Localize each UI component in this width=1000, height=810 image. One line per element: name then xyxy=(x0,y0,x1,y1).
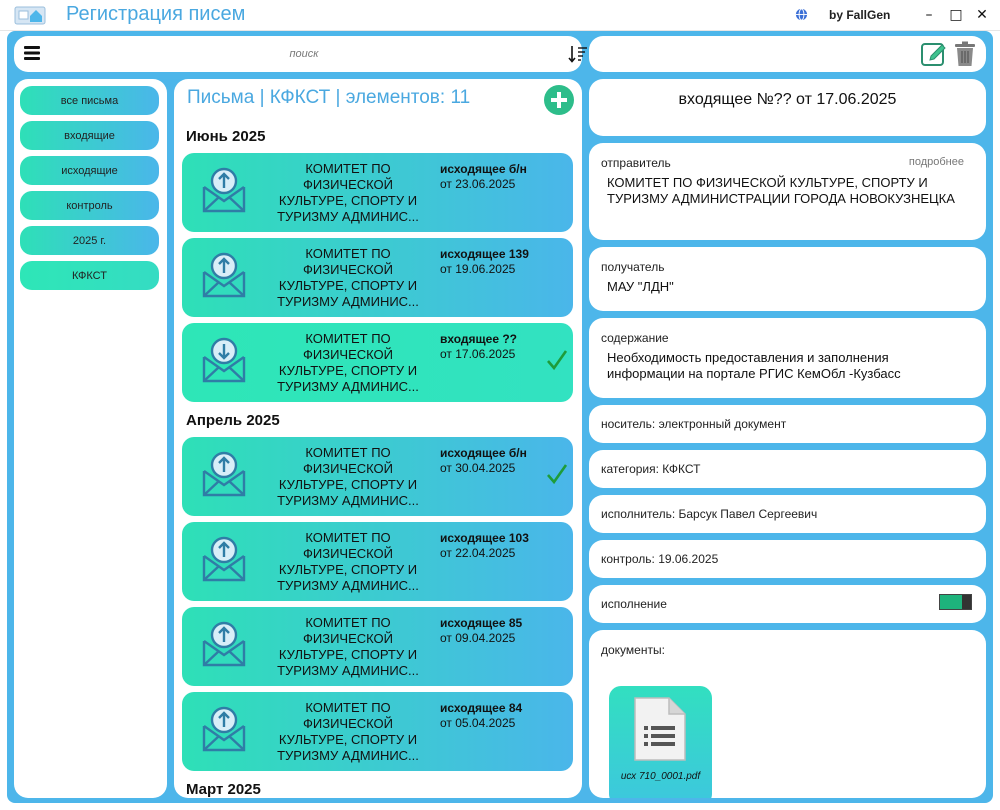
close-button[interactable]: ✕ xyxy=(971,4,993,26)
letter-card[interactable]: КОМИТЕТ ПО ФИЗИЧЕСКОЙ КУЛЬТУРЕ, СПОРТУ И… xyxy=(182,607,573,686)
category-section: категория: КФКСТ xyxy=(589,450,986,488)
category-value: категория: КФКСТ xyxy=(601,462,701,476)
month-heading: Март 2025 xyxy=(186,781,261,798)
app-title: Регистрация писем xyxy=(66,3,246,25)
trash-icon[interactable] xyxy=(954,41,976,67)
sender-section: отправитель подробнее КОМИТЕТ ПО ФИЗИЧЕС… xyxy=(589,143,986,240)
check-icon xyxy=(547,350,568,371)
menu-icon[interactable] xyxy=(24,45,40,61)
letter-sender: КОМИТЕТ ПО ФИЗИЧЕСКОЙ КУЛЬТУРЕ, СПОРТУ И… xyxy=(277,530,419,593)
filter-kfkst[interactable]: КФКСТ xyxy=(20,261,159,290)
plus-icon xyxy=(551,92,567,108)
letter-direction: исходящее 84 xyxy=(440,701,523,715)
letter-sender: КОМИТЕТ ПО ФИЗИЧЕСКОЙ КУЛЬТУРЕ, СПОРТУ И… xyxy=(277,161,419,224)
sender-value: КОМИТЕТ ПО ФИЗИЧЕСКОЙ КУЛЬТУРЕ, СПОРТУ И… xyxy=(607,175,955,206)
letter-direction: исходящее 85 xyxy=(440,616,523,630)
document-file[interactable]: исх 710_0001.pdf xyxy=(609,686,712,798)
letter-card[interactable]: КОМИТЕТ ПО ФИЗИЧЕСКОЙ КУЛЬТУРЕ, СПОРТУ И… xyxy=(182,437,573,516)
executor-section: исполнитель: Барсук Павел Сергеевич xyxy=(589,495,986,533)
minimize-button[interactable]: – xyxy=(918,4,940,26)
filter-incoming[interactable]: входящие xyxy=(20,121,159,150)
execution-section: исполнение xyxy=(589,585,986,623)
letter-card[interactable]: КОМИТЕТ ПО ФИЗИЧЕСКОЙ КУЛЬТУРЕ, СПОРТУ И… xyxy=(182,522,573,601)
detail-header: входящее №?? от 17.06.2025 xyxy=(589,79,986,136)
carrier-section: носитель: электронный документ xyxy=(589,405,986,443)
outgoing-envelope-icon xyxy=(202,621,246,667)
filter-year-2025[interactable]: 2025 г. xyxy=(20,226,159,255)
recipient-value: МАУ "ЛДН" xyxy=(607,279,674,294)
letter-sender: КОМИТЕТ ПО ФИЗИЧЕСКОЙ КУЛЬТУРЕ, СПОРТУ И… xyxy=(277,246,419,309)
list-title: Письма | КФКСТ | элементов: 11 xyxy=(187,87,471,108)
sender-label: отправитель xyxy=(601,156,671,170)
letter-date: от 17.06.2025 xyxy=(440,347,516,361)
toggle-knob xyxy=(962,595,971,609)
letter-direction: исходящее 139 xyxy=(440,247,529,261)
filter-control[interactable]: контроль xyxy=(20,191,159,220)
outgoing-envelope-icon xyxy=(202,451,246,497)
documents-section: документы: исх 710_0001.pdf xyxy=(589,630,986,798)
execution-toggle[interactable] xyxy=(939,594,972,610)
control-section: контроль: 19.06.2025 xyxy=(589,540,986,578)
execution-label: исполнение xyxy=(601,597,667,611)
letter-sender: КОМИТЕТ ПО ФИЗИЧЕСКОЙ КУЛЬТУРЕ, СПОРТУ И… xyxy=(277,331,419,394)
letter-direction: входящее ?? xyxy=(440,332,518,346)
letter-card-selected[interactable]: КОМИТЕТ ПО ФИЗИЧЕСКОЙ КУЛЬТУРЕ, СПОРТУ И… xyxy=(182,323,573,402)
letter-heading: входящее №?? от 17.06.2025 xyxy=(678,91,897,108)
content-label: содержание xyxy=(601,331,669,345)
sender-more-link[interactable]: подробнее xyxy=(909,156,964,168)
recipient-section: получатель МАУ "ЛДН" xyxy=(589,247,986,311)
title-bar: Регистрация писем by FallGen – □ ✕ xyxy=(0,0,1000,31)
month-heading: Июнь 2025 xyxy=(186,128,266,145)
search-input[interactable] xyxy=(74,44,534,64)
recipient-label: получатель xyxy=(601,260,665,274)
outgoing-envelope-icon xyxy=(202,252,246,298)
document-icon xyxy=(634,697,686,761)
check-icon xyxy=(547,464,568,485)
sort-icon[interactable] xyxy=(568,45,588,63)
app-logo-icon xyxy=(14,6,46,25)
letter-sender: КОМИТЕТ ПО ФИЗИЧЕСКОЙ КУЛЬТУРЕ, СПОРТУ И… xyxy=(277,700,419,763)
filter-sidebar: все письма входящие исходящие контроль 2… xyxy=(14,79,167,798)
letter-card[interactable]: КОМИТЕТ ПО ФИЗИЧЕСКОЙ КУЛЬТУРЕ, СПОРТУ И… xyxy=(182,153,573,232)
incoming-envelope-icon xyxy=(202,337,246,383)
author-label: by FallGen xyxy=(829,8,891,22)
month-heading: Апрель 2025 xyxy=(186,412,280,429)
add-letter-button[interactable] xyxy=(544,85,574,115)
maximize-button[interactable]: □ xyxy=(945,4,967,26)
letter-direction: исходящее 103 xyxy=(440,531,529,545)
content-section: содержание Необходимость предоставления … xyxy=(589,318,986,398)
letter-direction: исходящее б/н xyxy=(440,162,527,176)
letters-list: Письма | КФКСТ | элементов: 11 Июнь 2025… xyxy=(174,79,582,798)
filter-all-letters[interactable]: все письма xyxy=(20,86,159,115)
outgoing-envelope-icon xyxy=(202,706,246,752)
letter-date: от 09.04.2025 xyxy=(440,631,516,645)
letter-card[interactable]: КОМИТЕТ ПО ФИЗИЧЕСКОЙ КУЛЬТУРЕ, СПОРТУ И… xyxy=(182,238,573,317)
letter-date: от 05.04.2025 xyxy=(440,716,516,730)
globe-icon[interactable] xyxy=(795,8,808,21)
letter-direction: исходящее б/н xyxy=(440,446,527,460)
executor-value: исполнитель: Барсук Павел Сергеевич xyxy=(601,507,818,521)
control-value: контроль: 19.06.2025 xyxy=(601,552,719,566)
letter-sender: КОМИТЕТ ПО ФИЗИЧЕСКОЙ КУЛЬТУРЕ, СПОРТУ И… xyxy=(277,445,419,508)
letter-date: от 22.04.2025 xyxy=(440,546,516,560)
outgoing-envelope-icon xyxy=(202,167,246,213)
letter-date: от 23.06.2025 xyxy=(440,177,516,191)
filter-outgoing[interactable]: исходящие xyxy=(20,156,159,185)
letter-date: от 30.04.2025 xyxy=(440,461,516,475)
letter-card[interactable]: КОМИТЕТ ПО ФИЗИЧЕСКОЙ КУЛЬТУРЕ, СПОРТУ И… xyxy=(182,692,573,771)
detail-toolbar xyxy=(589,36,986,72)
outgoing-envelope-icon xyxy=(202,536,246,582)
content-value: Необходимость предоставления и заполнени… xyxy=(607,350,901,381)
list-toolbar xyxy=(14,36,587,72)
carrier-value: носитель: электронный документ xyxy=(601,417,787,431)
documents-label: документы: xyxy=(601,643,665,657)
letter-sender: КОМИТЕТ ПО ФИЗИЧЕСКОЙ КУЛЬТУРЕ, СПОРТУ И… xyxy=(277,615,419,678)
edit-icon[interactable] xyxy=(921,41,947,67)
document-file-name: исх 710_0001.pdf xyxy=(620,771,701,782)
letter-date: от 19.06.2025 xyxy=(440,262,516,276)
